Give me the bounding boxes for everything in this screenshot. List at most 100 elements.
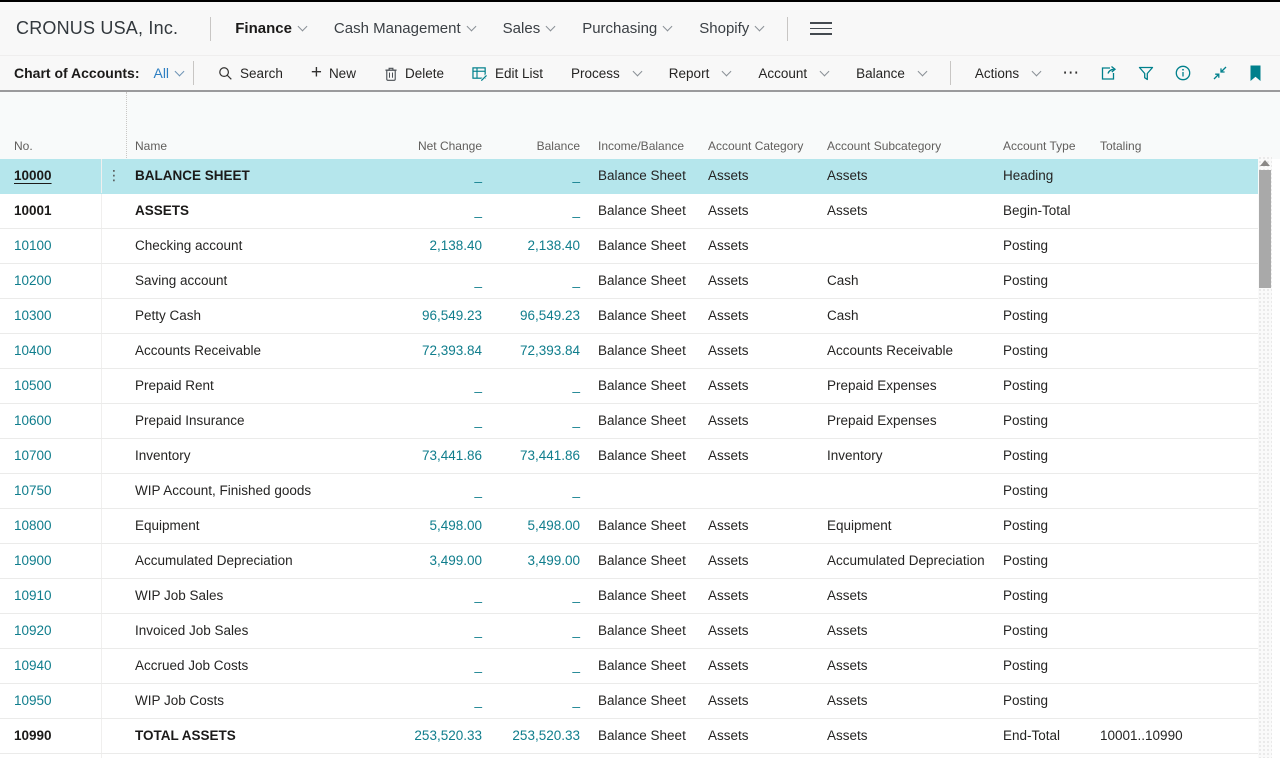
table-row[interactable]: 10990 ⋮ TOTAL ASSETS 253,520.33 253,520.… bbox=[0, 719, 1258, 754]
cell-balance[interactable]: _ bbox=[483, 194, 588, 228]
cell-account-name[interactable]: ASSETS bbox=[126, 194, 388, 228]
cell-balance[interactable]: 73,441.86 bbox=[483, 439, 588, 473]
cell-net-change[interactable]: 253,520.33 bbox=[388, 719, 483, 753]
delete-button[interactable]: Delete bbox=[378, 66, 450, 81]
row-menu[interactable]: ⋮ bbox=[102, 509, 126, 543]
cell-balance[interactable]: _ bbox=[483, 649, 588, 683]
cell-balance[interactable]: _ bbox=[483, 579, 588, 613]
cell-net-change[interactable]: _ bbox=[388, 649, 483, 683]
cell-account-no[interactable]: 10950 bbox=[0, 684, 102, 718]
table-row[interactable]: 10600 ⋮ Prepaid Insurance _ _ Balance Sh… bbox=[0, 404, 1258, 439]
collapse-view-icon[interactable] bbox=[1212, 65, 1228, 81]
cell-account-no[interactable]: 10940 bbox=[0, 649, 102, 683]
cell-net-change[interactable]: _ bbox=[388, 579, 483, 613]
cell-account-name[interactable]: Prepaid Rent bbox=[126, 369, 388, 403]
cell-net-change[interactable]: 96,549.23 bbox=[388, 299, 483, 333]
cell-account-name[interactable]: Prepaid Insurance bbox=[126, 404, 388, 438]
row-menu[interactable]: ⋮ bbox=[102, 684, 126, 718]
table-row[interactable]: 10300 ⋮ Petty Cash 96,549.23 96,549.23 B… bbox=[0, 299, 1258, 334]
row-menu[interactable]: ⋮ bbox=[102, 719, 126, 753]
table-row[interactable]: 10500 ⋮ Prepaid Rent _ _ Balance Sheet A… bbox=[0, 369, 1258, 404]
vertical-scrollbar[interactable] bbox=[1258, 156, 1272, 758]
balance-menu[interactable]: Balance bbox=[850, 66, 932, 81]
cell-account-no[interactable]: 10750 bbox=[0, 474, 102, 508]
cell-account-name[interactable]: LIABILITIES bbox=[126, 754, 388, 758]
cell-net-change[interactable]: _ bbox=[388, 684, 483, 718]
row-menu[interactable]: ⋮ bbox=[102, 579, 126, 613]
column-header-totaling[interactable]: Totaling bbox=[1090, 133, 1258, 159]
nav-item-purchasing[interactable]: Purchasing bbox=[568, 20, 685, 37]
cell-net-change[interactable]: 3,499.00 bbox=[388, 544, 483, 578]
more-options-icon[interactable]: ⋯ bbox=[1054, 63, 1088, 83]
table-row[interactable]: 10700 ⋮ Inventory 73,441.86 73,441.86 Ba… bbox=[0, 439, 1258, 474]
scrollbar-up-arrow-icon[interactable] bbox=[1260, 160, 1270, 166]
cell-net-change[interactable]: _ bbox=[388, 614, 483, 648]
row-menu[interactable]: ⋮ bbox=[102, 264, 126, 298]
row-context-menu-icon[interactable]: ⋮ bbox=[107, 167, 121, 183]
cell-balance[interactable]: _ bbox=[483, 474, 588, 508]
row-menu[interactable]: ⋮ bbox=[102, 159, 126, 193]
report-menu[interactable]: Report bbox=[663, 66, 737, 81]
cell-net-change[interactable]: _ bbox=[388, 264, 483, 298]
row-menu[interactable]: ⋮ bbox=[102, 369, 126, 403]
cell-account-no[interactable]: 10200 bbox=[0, 264, 102, 298]
row-menu[interactable]: ⋮ bbox=[102, 299, 126, 333]
row-menu[interactable]: ⋮ bbox=[102, 614, 126, 648]
cell-balance[interactable] bbox=[483, 754, 588, 758]
cell-balance[interactable]: _ bbox=[483, 684, 588, 718]
column-header-name[interactable]: Name bbox=[126, 133, 388, 159]
actions-menu[interactable]: Actions bbox=[969, 66, 1046, 81]
table-row[interactable]: 10000 ⋮ BALANCE SHEET _ _ Balance Sheet … bbox=[0, 159, 1258, 194]
cell-account-no[interactable]: 10600 bbox=[0, 404, 102, 438]
cell-net-change[interactable]: _ bbox=[388, 194, 483, 228]
cell-account-name[interactable]: WIP Account, Finished goods bbox=[126, 474, 388, 508]
cell-account-name[interactable]: Saving account bbox=[126, 264, 388, 298]
nav-item-shopify[interactable]: Shopify bbox=[685, 20, 777, 37]
new-button[interactable]: + New bbox=[305, 66, 362, 81]
cell-balance[interactable]: _ bbox=[483, 369, 588, 403]
nav-item-sales[interactable]: Sales bbox=[489, 20, 569, 37]
cell-balance[interactable]: 5,498.00 bbox=[483, 509, 588, 543]
cell-balance[interactable]: _ bbox=[483, 614, 588, 648]
cell-account-no[interactable]: 10000 bbox=[0, 159, 102, 193]
row-menu[interactable]: ⋮ bbox=[102, 649, 126, 683]
cell-account-no[interactable]: 10920 bbox=[0, 614, 102, 648]
cell-net-change[interactable]: _ bbox=[388, 369, 483, 403]
column-header-balance[interactable]: Balance bbox=[483, 133, 588, 159]
cell-account-name[interactable]: Accumulated Depreciation bbox=[126, 544, 388, 578]
cell-account-name[interactable]: Equipment bbox=[126, 509, 388, 543]
cell-account-name[interactable]: BALANCE SHEET bbox=[126, 159, 388, 193]
bookmark-icon[interactable] bbox=[1249, 65, 1262, 82]
view-filter-all[interactable]: All bbox=[153, 65, 183, 81]
cell-net-change[interactable]: 73,441.86 bbox=[388, 439, 483, 473]
cell-account-no[interactable]: 10100 bbox=[0, 229, 102, 263]
cell-account-no[interactable]: 10400 bbox=[0, 334, 102, 368]
cell-account-name[interactable]: Inventory bbox=[126, 439, 388, 473]
row-menu[interactable]: ⋮ bbox=[102, 544, 126, 578]
row-menu[interactable]: ⋮ bbox=[102, 194, 126, 228]
column-header-account-category[interactable]: Account Category bbox=[698, 133, 817, 159]
cell-balance[interactable]: 253,520.33 bbox=[483, 719, 588, 753]
row-menu[interactable]: ⋮ bbox=[102, 439, 126, 473]
cell-net-change[interactable]: 5,498.00 bbox=[388, 509, 483, 543]
column-header-account-type[interactable]: Account Type bbox=[993, 133, 1090, 159]
company-name[interactable]: CRONUS USA, Inc. bbox=[16, 18, 178, 39]
cell-account-name[interactable]: Accrued Job Costs bbox=[126, 649, 388, 683]
column-header-account-subcategory[interactable]: Account Subcategory bbox=[817, 133, 993, 159]
cell-balance[interactable]: _ bbox=[483, 404, 588, 438]
cell-balance[interactable]: _ bbox=[483, 264, 588, 298]
edit-list-button[interactable]: Edit List bbox=[466, 66, 549, 81]
cell-net-change[interactable]: 72,393.84 bbox=[388, 334, 483, 368]
row-menu[interactable]: ⋮ bbox=[102, 474, 126, 508]
cell-net-change[interactable]: _ bbox=[388, 474, 483, 508]
share-icon[interactable] bbox=[1100, 65, 1117, 81]
table-row[interactable]: 10940 ⋮ Accrued Job Costs _ _ Balance Sh… bbox=[0, 649, 1258, 684]
cell-account-name[interactable]: Checking account bbox=[126, 229, 388, 263]
cell-balance[interactable]: 96,549.23 bbox=[483, 299, 588, 333]
row-menu[interactable]: ⋮ bbox=[102, 754, 126, 758]
cell-net-change[interactable]: 2,138.40 bbox=[388, 229, 483, 263]
cell-balance[interactable]: 2,138.40 bbox=[483, 229, 588, 263]
cell-account-name[interactable]: Accounts Receivable bbox=[126, 334, 388, 368]
cell-net-change[interactable] bbox=[388, 754, 483, 758]
cell-account-name[interactable]: Petty Cash bbox=[126, 299, 388, 333]
